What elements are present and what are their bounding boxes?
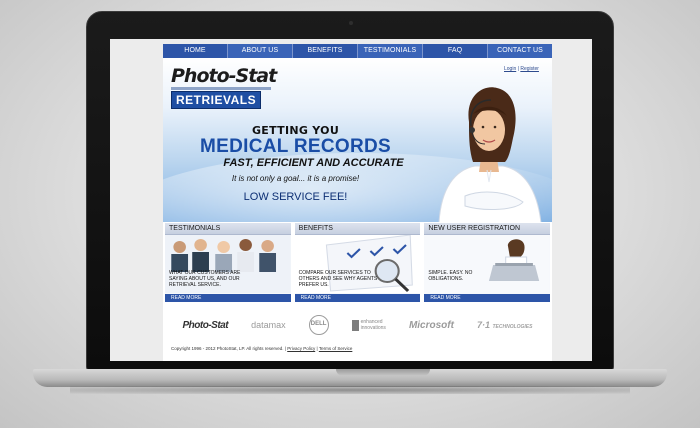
enhanced-innovations-mark — [351, 319, 359, 331]
microsoft-logo: Microsoft — [408, 319, 454, 331]
panel-title: NEW USER REGISTRATION — [424, 223, 551, 235]
panel-text: COMPARE OUR SERVICES TO OTHERS AND SEE W… — [298, 270, 378, 288]
customer-service-agent-image — [438, 87, 542, 222]
laptop-shadow — [70, 386, 630, 394]
site-footer: Copyright 1996 - 2012 PhotoStat, LP. All… — [163, 345, 552, 353]
benefits-read-more-link[interactable]: READ MORE — [294, 294, 421, 302]
privacy-policy-link[interactable]: Privacy Policy — [287, 346, 315, 351]
login-link[interactable]: Login — [504, 66, 516, 72]
website: HOME ABOUT US BENEFITS TESTIMONIALS FAQ … — [163, 44, 552, 361]
nav-contact-us[interactable]: CONTACT US — [488, 44, 552, 58]
site-logo[interactable]: Photo-Stat RETRIEVALS — [171, 66, 277, 110]
panel-title: BENEFITS — [294, 223, 421, 235]
panel-text: SIMPLE. EASY. NO OBLIGATIONS. — [428, 270, 473, 282]
laptop-notch — [336, 369, 430, 376]
main-nav: HOME ABOUT US BENEFITS TESTIMONIALS FAQ … — [163, 44, 552, 58]
registration-read-more-link[interactable]: READ MORE — [424, 294, 551, 302]
nav-benefits[interactable]: BENEFITS — [293, 44, 358, 58]
account-links-separator: | — [517, 66, 519, 72]
laptop-base — [33, 369, 667, 387]
hero-headline: GETTING YOU MEDICAL RECORDS FAST, EFFICI… — [163, 125, 428, 205]
technologies-logo: 7·1 TECHNOLOGIES — [477, 320, 533, 330]
nav-testimonials[interactable]: TESTIMONIALS — [358, 44, 423, 58]
partner-logos: Photo-Stat datamax DELL enhanced innovat… — [163, 305, 552, 345]
laptop-user-image — [424, 235, 551, 293]
nav-faq[interactable]: FAQ — [423, 44, 488, 58]
photostat-logo: Photo-Stat — [182, 319, 229, 331]
nav-home[interactable]: HOME — [163, 44, 228, 58]
technologies-text: TECHNOLOGIES — [492, 324, 533, 330]
webcam — [349, 21, 353, 25]
feature-panels: TESTIMONIALS WHAT OUR CUSTOMERS ARE SAYI… — [163, 223, 552, 302]
panel-text: WHAT OUR CUSTOMERS ARE SAYING ABOUT US, … — [169, 270, 241, 288]
datamax-logo: datamax — [251, 320, 286, 330]
registration-panel: NEW USER REGISTRATION SIMPLE. EASY. NO O… — [424, 223, 551, 302]
laptop-lid: HOME ABOUT US BENEFITS TESTIMONIALS FAQ … — [86, 11, 614, 371]
footer-separator: | — [284, 346, 286, 351]
copyright-text: Copyright 1996 - 2012 PhotoStat, LP. All… — [171, 346, 284, 351]
dell-logo: DELL — [308, 315, 329, 335]
footer-separator: | — [316, 346, 318, 351]
panel-title: TESTIMONIALS — [165, 223, 291, 235]
technologies-mark: 7·1 — [476, 320, 493, 330]
hero-tagline: It is not only a goal... it is a promise… — [231, 174, 360, 183]
benefits-panel: BENEFITS COMPARE OUR SERVICES TO OTHERS … — [294, 223, 421, 302]
laptop-screen: HOME ABOUT US BENEFITS TESTIMONIALS FAQ … — [110, 39, 592, 361]
terms-of-service-link[interactable]: Terms of Service — [319, 346, 353, 351]
enhanced-innovations-logo: enhanced innovations — [351, 319, 386, 331]
hero-banner: Photo-Stat RETRIEVALS Login | Register G… — [163, 58, 552, 222]
logo-wordmark: Photo-Stat — [171, 65, 277, 87]
hero-fee: LOW SERVICE FEE! — [243, 191, 348, 203]
account-links: Login | Register — [504, 66, 539, 72]
logo-subtitle: RETRIEVALS — [171, 91, 262, 109]
register-link[interactable]: Register — [520, 66, 539, 72]
logo-bar — [171, 87, 271, 90]
testimonials-panel: TESTIMONIALS WHAT OUR CUSTOMERS ARE SAYI… — [165, 223, 291, 302]
testimonials-read-more-link[interactable]: READ MORE — [165, 294, 291, 302]
hero-line-2: MEDICAL RECORDS — [200, 136, 391, 157]
innovations-text: innovations — [360, 325, 386, 331]
hero-line-3: FAST, EFFICIENT AND ACCURATE — [223, 157, 404, 169]
nav-about-us[interactable]: ABOUT US — [228, 44, 293, 58]
